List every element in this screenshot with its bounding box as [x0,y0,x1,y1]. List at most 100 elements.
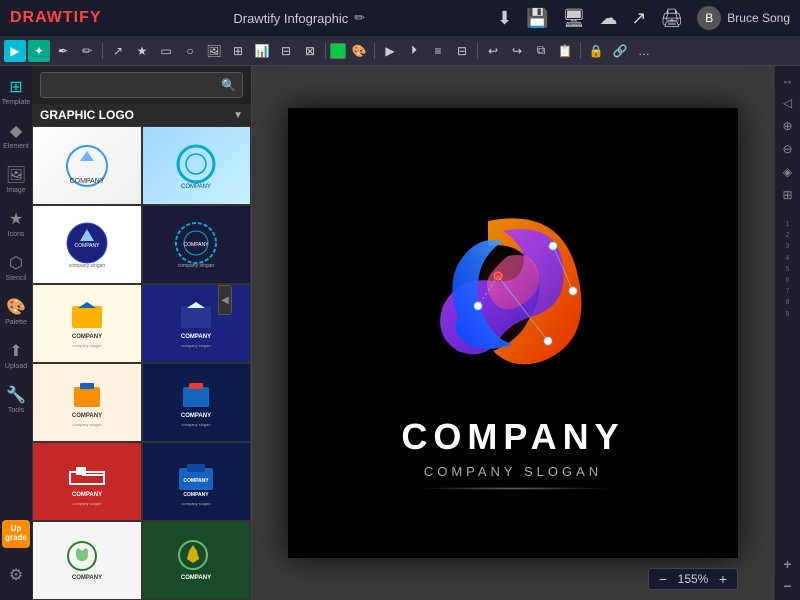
template-item-10[interactable]: COMPANY 500*500 px [32,521,142,600]
download-icon[interactable]: ⬇ [497,8,512,29]
template-item-7[interactable]: COMPANY company slogan graphic-logo-blue… [142,363,252,442]
template-panel: 🔍 GRAPHIC LOGO ▼ COMPANY graphic-logo-Fl… [32,66,252,600]
canvas[interactable]: COMPANY COMPANY SLOGAN [288,108,738,558]
right-panel: ↔ ◁ ⊕ ⊖ ◈ ⊞ 123456789 + − [774,66,800,600]
upgrade-button[interactable]: Upgrade [2,520,30,548]
logo-draw: DRAW [10,9,63,26]
flow-tool[interactable]: ⊠ [299,40,321,62]
template-thumb-4: COMPANY company slogan [33,285,141,363]
panel-header: 🔍 [32,66,251,104]
user-info[interactable]: B Bruce Song [697,6,790,30]
node-tool[interactable]: ✦ [28,40,50,62]
color-tool[interactable]: 🎨 [348,40,370,62]
sidebar-item-template[interactable]: ⊞ Template [2,70,30,112]
app-logo: DRAWTIFY [10,9,102,27]
right-icon-plus-ruler[interactable]: + [778,554,798,574]
lock-tool[interactable]: 🔒 [585,40,607,62]
arrow-tool[interactable]: ↗ [107,40,129,62]
line-tool[interactable]: ⊟ [275,40,297,62]
pen-tool[interactable]: ✒ [52,40,74,62]
palette-icon: 🎨 [6,297,26,317]
template-item-5[interactable]: COMPANY company slogan graphic-logo-blue… [142,284,252,363]
template-thumb-9: COMPANY COMPANY company slogan [143,443,251,521]
media-tool[interactable]: ▶ [379,40,401,62]
pencil-tool[interactable]: ✏ [76,40,98,62]
paste-tool[interactable]: 📋 [554,40,576,62]
select-tool[interactable]: ▶ [4,40,26,62]
svg-text:COMPANY: COMPANY [72,492,102,498]
table-tool[interactable]: ⊞ [227,40,249,62]
svg-text:company slogan: company slogan [69,263,106,269]
template-item-3[interactable]: COMPANY company slogan graphic-logo-Flow… [142,205,252,284]
zoom-level: 155% [675,572,711,586]
right-panel-icon-5[interactable]: ⊞ [778,185,798,205]
play-tool[interactable]: ⏵ [403,40,425,62]
star-tool[interactable]: ★ [131,40,153,62]
chart-tool[interactable]: 📊 [251,40,273,62]
sidebar-item-image[interactable]: 🖼 Image [2,158,30,200]
search-icon[interactable]: 🔍 [221,78,236,92]
more-tools[interactable]: … [633,40,655,62]
template-item-2[interactable]: COMPANY company slogan graphic-logo-Flow… [32,205,142,284]
rect-tool[interactable]: ▭ [155,40,177,62]
copy-tool[interactable]: ⧉ [530,40,552,62]
edit-title-icon[interactable]: ✏ [354,10,365,26]
template-thumb-0: COMPANY [33,127,141,205]
template-thumb-5: COMPANY company slogan [143,285,251,363]
template-item-4[interactable]: COMPANY company slogan graphic-logo-blue… [32,284,142,363]
redo-tool[interactable]: ↪ [506,40,528,62]
topbar-actions: ⬇ 💾 🖥 ☁ ↗ 🖨 B Bruce Song [497,6,790,30]
template-thumb-6: COMPANY company slogan [33,364,141,442]
sidebar-item-palette[interactable]: 🎨 Palette [2,290,30,332]
category-dropdown[interactable]: ▼ [233,110,243,121]
sidebar-item-element[interactable]: ◆ Element [2,114,30,156]
template-thumb-11: COMPANY [143,522,251,600]
right-panel-icon-0[interactable]: ↔ [778,70,798,90]
svg-text:company slogan: company slogan [182,501,211,506]
print-icon[interactable]: 🖨 [660,8,683,29]
template-item-8[interactable]: COMPANY company slogan graphic-logo-red … [32,442,142,521]
template-item-9[interactable]: COMPANY COMPANY company slogan graphic-l… [142,442,252,521]
right-panel-icon-3[interactable]: ⊖ [778,139,798,159]
search-box[interactable]: 🔍 [40,72,243,98]
right-icon-minus-ruler[interactable]: − [778,576,798,596]
undo-tool[interactable]: ↩ [482,40,504,62]
template-item-1[interactable]: COMPANY graphic-logo-Flower-bl... 500*50… [142,126,252,205]
sidebar-item-settings[interactable]: ⚙ [2,554,30,596]
share-icon[interactable]: ↗ [631,8,646,29]
color-fill[interactable] [330,43,346,59]
right-panel-icon-2[interactable]: ⊕ [778,116,798,136]
sidebar-item-stencil[interactable]: ⬡ Stencil [2,246,30,288]
zoom-controls: − 155% + [648,568,738,590]
template-item-6[interactable]: COMPANY company slogan graphic-logo-blue… [32,363,142,442]
company-slogan: COMPANY SLOGAN [424,464,602,479]
svg-text:company slogan: company slogan [178,263,215,269]
monitor-icon[interactable]: 🖥 [562,8,585,29]
zoom-plus-button[interactable]: + [715,571,731,587]
svg-text:COMPANY: COMPANY [184,492,210,498]
save-icon[interactable]: 💾 [526,8,548,29]
svg-text:company slogan: company slogan [182,343,211,348]
image-tool[interactable]: 🖼 [203,40,225,62]
sidebar-item-upload[interactable]: ⬆ Upload [2,334,30,376]
link-tool[interactable]: 🔗 [609,40,631,62]
company-name: COMPANY [401,416,624,458]
left-sidebar: ⊞ Template ◆ Element 🖼 Image ★ Icons ⬡ S… [0,66,32,600]
cloud-icon[interactable]: ☁ [599,8,617,29]
panel-collapse-button[interactable]: ◀ [218,285,232,315]
distribute-tool[interactable]: ⊟ [451,40,473,62]
category-bar: GRAPHIC LOGO ▼ [32,104,251,126]
align-tool[interactable]: ≡ [427,40,449,62]
glow-line [413,487,613,490]
template-thumb-10: COMPANY [33,522,141,600]
right-panel-icon-4[interactable]: ◈ [778,162,798,182]
sidebar-item-tools[interactable]: 🔧 Tools [2,378,30,420]
zoom-minus-button[interactable]: − [655,571,671,587]
user-avatar: B [697,6,721,30]
right-panel-icon-1[interactable]: ◁ [778,93,798,113]
template-item-11[interactable]: COMPANY 500*500 px [142,521,252,600]
sidebar-item-icons[interactable]: ★ Icons [2,202,30,244]
search-input[interactable] [47,78,221,92]
circle-tool[interactable]: ○ [179,40,201,62]
template-item-0[interactable]: COMPANY graphic-logo-Flower-st... 500*50… [32,126,142,205]
